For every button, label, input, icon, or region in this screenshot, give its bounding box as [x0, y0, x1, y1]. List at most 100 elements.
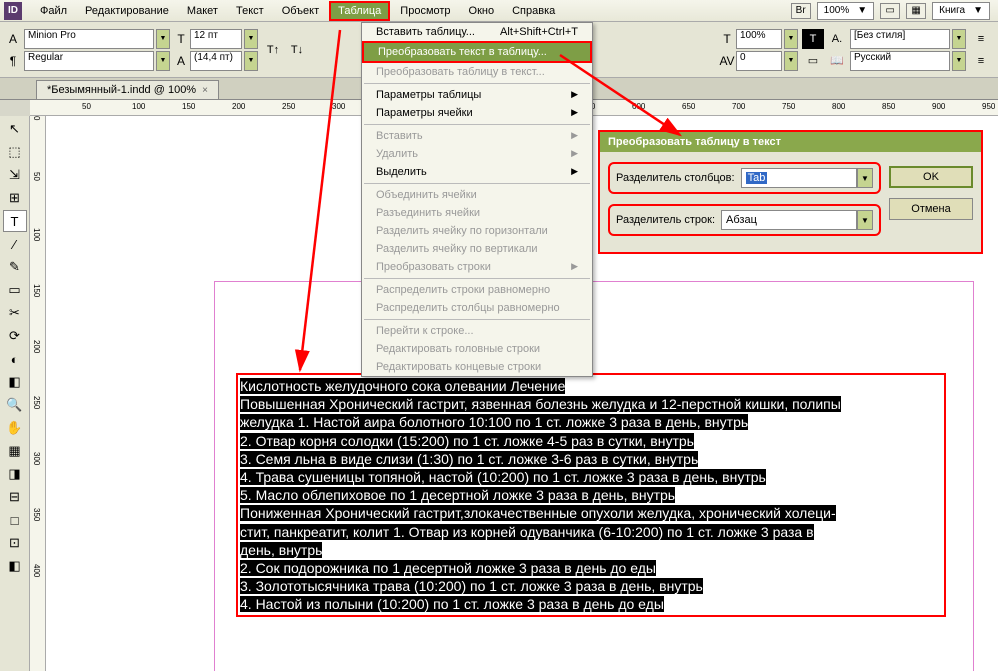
menu-item-17: Распределить строки равномерно [362, 281, 592, 299]
menu-item-7: Вставить▶ [362, 127, 592, 145]
text-frame[interactable]: Кислотность желудочного сока олевании Ле… [236, 373, 946, 617]
font-style-chevron[interactable]: ▼ [156, 51, 170, 71]
row-separator-input[interactable]: Абзац [721, 210, 857, 230]
tool-4[interactable]: T [3, 210, 27, 232]
tools-panel: ↖⬚⇲⊞T∕✎▭✂⟳◐◧🔍✋▦◨⊟□⊡◧ [0, 116, 30, 671]
menu-item-15: Преобразовать строки▶ [362, 258, 592, 276]
menu-item-14: Разделить ячейку по вертикали [362, 240, 592, 258]
app-icon: ID [4, 2, 22, 20]
leading-input[interactable]: (14,4 пт) [190, 51, 242, 71]
menu-item-1[interactable]: Преобразовать текст в таблицу... [362, 41, 592, 63]
tab-title: *Безымянный-1.indd @ 100% [47, 84, 196, 96]
font-size-chevron[interactable]: ▼ [244, 29, 258, 49]
tool-13[interactable]: ✋ [3, 417, 27, 439]
tool-15[interactable]: ◨ [3, 463, 27, 485]
fill-icon[interactable]: T [802, 29, 824, 49]
column-separator-chevron[interactable]: ▼ [857, 168, 873, 188]
lang-chevron[interactable]: ▼ [952, 51, 966, 71]
dialog-title: Преобразовать таблицу в текст [600, 132, 981, 152]
menu-item-12: Разъединить ячейки [362, 204, 592, 222]
tool-2[interactable]: ⇲ [3, 164, 27, 186]
char-style-chevron[interactable]: ▼ [952, 29, 966, 49]
menu-item-0[interactable]: Вставить таблицу...Alt+Shift+Ctrl+T [362, 23, 592, 41]
tool-14[interactable]: ▦ [3, 440, 27, 462]
menu-object[interactable]: Объект [274, 2, 327, 20]
tool-12[interactable]: 🔍 [3, 394, 27, 416]
lang-icon[interactable]: 📖 [826, 51, 848, 71]
superscript-icon[interactable]: T↑ [262, 40, 284, 60]
row-separator-chevron[interactable]: ▼ [857, 210, 873, 230]
align-bottom-icon[interactable]: ≡ [970, 51, 992, 71]
menu-item-5[interactable]: Параметры ячейки▶ [362, 104, 592, 122]
convert-table-dialog: Преобразовать таблицу в текст Разделител… [598, 130, 983, 254]
align-top-icon[interactable]: ≡ [970, 29, 992, 49]
menu-view[interactable]: Просмотр [392, 2, 458, 20]
leading-icon: A [174, 51, 188, 71]
char-icon: A [6, 29, 20, 49]
tool-5[interactable]: ∕ [3, 233, 27, 255]
column-separator-field: Разделитель столбцов: Tab ▼ [608, 162, 881, 194]
char-style-icon[interactable]: A. [826, 29, 848, 49]
font-family-input[interactable]: Minion Pro [24, 29, 154, 49]
tool-17[interactable]: □ [3, 509, 27, 531]
tracking-input[interactable]: 0 [736, 51, 782, 71]
tool-7[interactable]: ▭ [3, 279, 27, 301]
menu-item-2: Преобразовать таблицу в текст... [362, 63, 592, 81]
char-style-input[interactable]: [Без стиля] [850, 29, 950, 49]
tool-16[interactable]: ⊟ [3, 486, 27, 508]
menu-item-21: Редактировать головные строки [362, 340, 592, 358]
table-menu-dropdown: Вставить таблицу...Alt+Shift+Ctrl+TПреоб… [361, 22, 593, 377]
size-icon: T [174, 29, 188, 49]
subscript-icon[interactable]: T↓ [286, 40, 308, 60]
font-size-input[interactable]: 12 пт [190, 29, 242, 49]
tool-19[interactable]: ◧ [3, 555, 27, 577]
arrange-icon[interactable]: ▦ [906, 3, 926, 19]
cancel-button[interactable]: Отмена [889, 198, 973, 220]
menu-item-11: Объединить ячейки [362, 186, 592, 204]
menu-help[interactable]: Справка [504, 2, 563, 20]
hscale-input[interactable]: 100% [736, 29, 782, 49]
tool-0[interactable]: ↖ [3, 118, 27, 140]
workspace-switcher[interactable]: Книга▼ [932, 2, 990, 20]
font-family-chevron[interactable]: ▼ [156, 29, 170, 49]
menu-item-22: Редактировать концевые строки [362, 358, 592, 376]
lang-input[interactable]: Русский [850, 51, 950, 71]
leading-chevron[interactable]: ▼ [244, 51, 258, 71]
tool-18[interactable]: ⊡ [3, 532, 27, 554]
menu-layout[interactable]: Макет [179, 2, 226, 20]
bridge-icon[interactable]: Br [791, 3, 811, 19]
tab-close-icon[interactable]: × [202, 85, 208, 96]
tool-8[interactable]: ✂ [3, 302, 27, 324]
hscale-chevron[interactable]: ▼ [784, 29, 798, 49]
tool-11[interactable]: ◧ [3, 371, 27, 393]
tool-3[interactable]: ⊞ [3, 187, 27, 209]
menu-item-18: Распределить столбцы равномерно [362, 299, 592, 317]
tool-1[interactable]: ⬚ [3, 141, 27, 163]
font-style-input[interactable]: Regular [24, 51, 154, 71]
stroke-icon[interactable]: ▭ [802, 51, 824, 71]
ok-button[interactable]: OK [889, 166, 973, 188]
tracking-icon: AV [720, 51, 734, 71]
menu-window[interactable]: Окно [461, 2, 503, 20]
tool-6[interactable]: ✎ [3, 256, 27, 278]
selected-text: Кислотность желудочного сока олевании Ле… [240, 377, 942, 613]
tool-9[interactable]: ⟳ [3, 325, 27, 347]
document-tab[interactable]: *Безымянный-1.indd @ 100% × [36, 80, 219, 99]
menubar: ID Файл Редактирование Макет Текст Объек… [0, 0, 998, 22]
tracking-chevron[interactable]: ▼ [784, 51, 798, 71]
menu-table[interactable]: Таблица [329, 1, 390, 21]
menu-item-4[interactable]: Параметры таблицы▶ [362, 86, 592, 104]
menu-item-9[interactable]: Выделить▶ [362, 163, 592, 181]
para-icon: ¶ [6, 51, 20, 71]
tool-10[interactable]: ◐ [3, 348, 27, 370]
menu-item-13: Разделить ячейку по горизонтали [362, 222, 592, 240]
screen-mode-icon[interactable]: ▭ [880, 3, 900, 19]
row-separator-label: Разделитель строк: [616, 214, 715, 226]
zoom-level[interactable]: 100%▼ [817, 2, 874, 20]
menu-edit[interactable]: Редактирование [77, 2, 177, 20]
menu-text[interactable]: Текст [228, 2, 272, 20]
menu-file[interactable]: Файл [32, 2, 75, 20]
column-separator-input[interactable]: Tab [741, 168, 857, 188]
vertical-ruler: 050100150200250300350400 [30, 116, 46, 671]
menu-item-8: Удалить▶ [362, 145, 592, 163]
